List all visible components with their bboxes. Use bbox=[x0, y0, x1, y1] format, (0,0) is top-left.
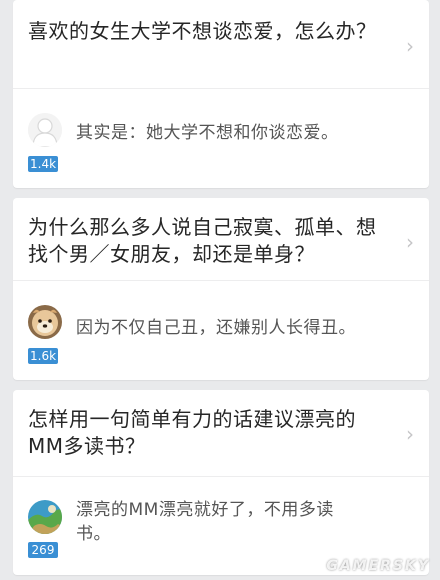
question-title[interactable]: 喜欢的女生大学不想谈恋爱，怎么办？ bbox=[28, 18, 383, 45]
answer-excerpt[interactable]: 漂亮的MM漂亮就好了，不用多读书。 bbox=[76, 498, 346, 546]
vote-count-badge: 1.4k bbox=[28, 156, 59, 172]
chevron-right-icon[interactable]: › bbox=[404, 36, 416, 56]
question-feed: 喜欢的女生大学不想谈恋爱，怎么办？ › 1.4k 其实是：她大学不想和你谈恋爱。… bbox=[0, 0, 440, 580]
question-card[interactable]: 喜欢的女生大学不想谈恋爱，怎么办？ › 1.4k 其实是：她大学不想和你谈恋爱。 bbox=[13, 0, 429, 188]
divider bbox=[13, 280, 429, 281]
question-title[interactable]: 怎样用一句简单有力的话建议漂亮的MM多读书？ bbox=[28, 406, 383, 460]
answer-excerpt[interactable]: 因为不仅自己丑，还嫌别人长得丑。 bbox=[76, 316, 391, 340]
dog-avatar-icon[interactable] bbox=[28, 305, 62, 339]
answer-excerpt[interactable]: 其实是：她大学不想和你谈恋爱。 bbox=[76, 121, 391, 145]
globe-avatar-icon[interactable] bbox=[28, 500, 62, 534]
chevron-right-icon[interactable]: › bbox=[404, 232, 416, 252]
default-avatar-icon[interactable] bbox=[28, 113, 62, 147]
watermark: GAMERSKY bbox=[326, 558, 430, 574]
question-card[interactable]: 为什么那么多人说自己寂寞、孤单、想找个男／女朋友，却还是单身？ › 1.6k 因… bbox=[13, 198, 429, 380]
divider bbox=[13, 88, 429, 89]
question-card[interactable]: 怎样用一句简单有力的话建议漂亮的MM多读书？ › 269 漂亮的MM漂亮就好了，… bbox=[13, 390, 429, 575]
chevron-right-icon[interactable]: › bbox=[404, 424, 416, 444]
vote-count-badge: 1.6k bbox=[28, 348, 59, 364]
question-title[interactable]: 为什么那么多人说自己寂寞、孤单、想找个男／女朋友，却还是单身？ bbox=[28, 214, 383, 268]
vote-count-badge: 269 bbox=[28, 542, 58, 558]
divider bbox=[13, 476, 429, 477]
